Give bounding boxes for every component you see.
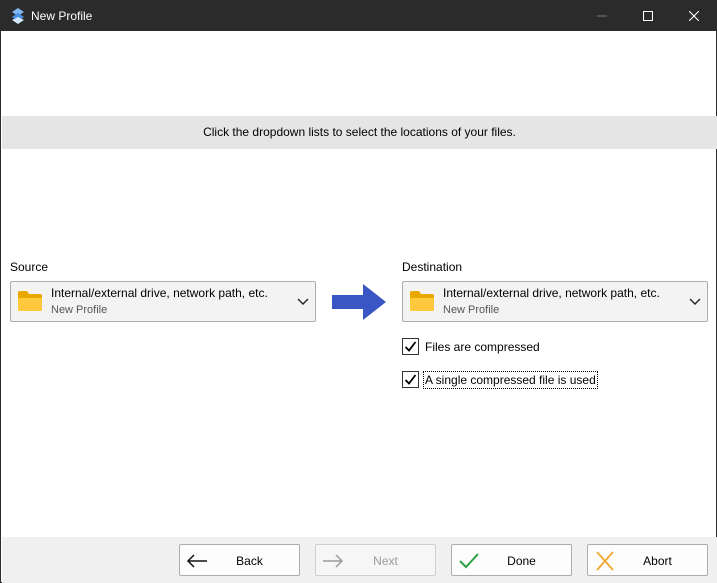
checkmark-icon — [404, 374, 417, 385]
single-compressed-file-label: A single compressed file is used — [423, 371, 598, 389]
checkmark-icon — [404, 341, 417, 352]
abort-button-label: Abort — [643, 554, 672, 568]
folder-icon — [410, 291, 434, 311]
minimize-button[interactable] — [579, 1, 625, 31]
done-button[interactable]: Done — [451, 544, 572, 576]
next-button-label: Next — [373, 554, 398, 568]
source-profile-name: New Profile — [51, 304, 108, 316]
chevron-down-icon — [689, 298, 701, 305]
files-compressed-checkbox[interactable] — [402, 338, 419, 355]
close-icon — [689, 11, 699, 21]
single-compressed-file-checkbox[interactable] — [402, 371, 419, 388]
source-location-type: Internal/external drive, network path, e… — [51, 286, 268, 300]
next-button[interactable]: Next — [315, 544, 436, 576]
done-button-label: Done — [507, 554, 536, 568]
destination-dropdown[interactable]: Internal/external drive, network path, e… — [402, 281, 708, 322]
abort-button[interactable]: Abort — [587, 544, 708, 576]
close-button[interactable] — [671, 1, 717, 31]
back-button[interactable]: Back — [179, 544, 300, 576]
files-compressed-option[interactable]: Files are compressed — [402, 337, 602, 357]
title-bar[interactable]: New Profile — [1, 1, 716, 31]
destination-location-type: Internal/external drive, network path, e… — [443, 286, 660, 300]
destination-label: Destination — [402, 260, 463, 274]
chevron-down-icon — [297, 298, 309, 305]
app-logo-icon — [12, 8, 24, 24]
new-profile-window: New Profile Click the dropdown lists to … — [0, 0, 717, 583]
maximize-button[interactable] — [625, 1, 671, 31]
window-title: New Profile — [31, 9, 93, 23]
minimize-icon — [597, 15, 607, 17]
maximize-icon — [643, 11, 653, 21]
folder-icon — [18, 291, 42, 311]
instruction-banner: Click the dropdown lists to select the l… — [2, 116, 717, 149]
destination-profile-name: New Profile — [443, 304, 500, 316]
back-button-label: Back — [236, 554, 263, 568]
source-dropdown[interactable]: Internal/external drive, network path, e… — [10, 281, 316, 322]
source-label: Source — [10, 260, 49, 274]
arrow-right-icon — [332, 284, 386, 320]
single-compressed-file-option[interactable]: A single compressed file is used — [402, 370, 602, 390]
files-compressed-label: Files are compressed — [425, 340, 540, 354]
